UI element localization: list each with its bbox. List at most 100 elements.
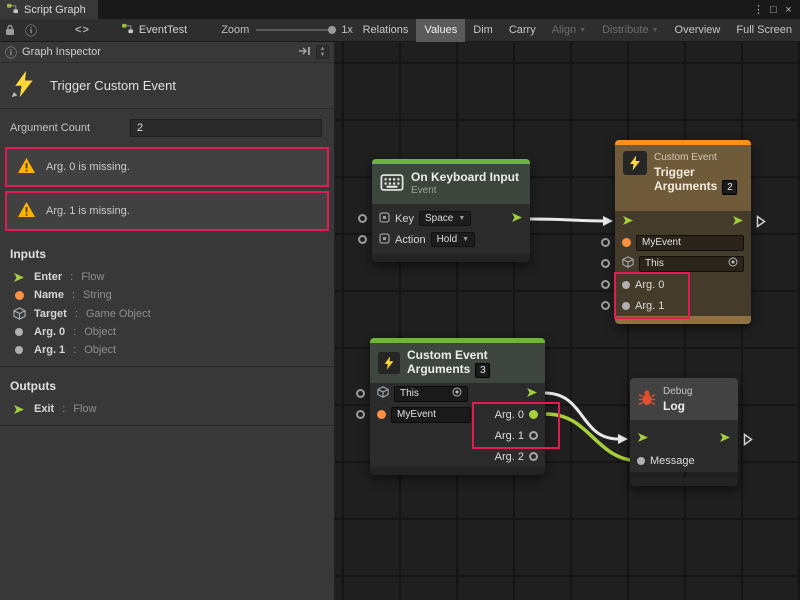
tab-script-graph[interactable]: Script Graph bbox=[0, 0, 98, 19]
node-on-keyboard-input[interactable]: On Keyboard Input Event Key Space ▼ bbox=[372, 159, 530, 262]
name-input-port[interactable] bbox=[601, 238, 610, 247]
unit-title-block: Trigger Custom Event bbox=[0, 63, 334, 109]
argument-count-badge[interactable]: 2 bbox=[722, 180, 737, 195]
name-input-port[interactable] bbox=[356, 410, 365, 419]
target-field[interactable]: This bbox=[394, 386, 468, 402]
flow-out-port[interactable] bbox=[511, 212, 523, 226]
warning-arg1: Arg. 1 is missing. bbox=[5, 191, 329, 231]
node-header: Custom Event Trigger Arguments2 bbox=[615, 145, 751, 211]
flow-in-port[interactable] bbox=[637, 432, 649, 446]
object-port-icon bbox=[12, 346, 26, 354]
distribute-button[interactable]: Distribute▼ bbox=[594, 19, 666, 42]
node-category: Custom Event bbox=[654, 151, 737, 165]
chevron-down-icon: ▼ bbox=[458, 215, 465, 222]
flow-continuation-marker bbox=[743, 433, 753, 449]
full-screen-button[interactable]: Full Screen bbox=[728, 19, 800, 42]
pane-scroll-arrows[interactable]: ▲ ▼ bbox=[316, 45, 329, 59]
gameobject-cube-icon[interactable] bbox=[622, 256, 634, 271]
argument-count-input[interactable] bbox=[130, 119, 322, 137]
node-subtitle: Event bbox=[411, 184, 519, 198]
gameobject-cube-icon[interactable] bbox=[377, 386, 389, 401]
flow-in-port[interactable] bbox=[622, 215, 634, 229]
inspector-header: ⓘ Graph Inspector ▲ ▼ bbox=[0, 42, 334, 63]
target-input-port[interactable] bbox=[356, 389, 365, 398]
node-category: Debug bbox=[663, 385, 692, 399]
lock-icon[interactable] bbox=[0, 24, 20, 36]
node-debug-log[interactable]: Debug Log Message bbox=[630, 378, 738, 486]
node-header: Debug Log bbox=[630, 378, 738, 420]
gameobject-cube-icon bbox=[12, 307, 26, 320]
message-input-port[interactable] bbox=[637, 457, 645, 465]
flow-port-icon bbox=[12, 272, 26, 283]
action-dropdown[interactable]: Hold ▼ bbox=[431, 232, 476, 247]
key-label: Key bbox=[395, 213, 414, 225]
message-row: Message bbox=[630, 450, 738, 472]
flow-out-port[interactable] bbox=[719, 432, 731, 446]
unit-title: Trigger Custom Event bbox=[50, 78, 176, 93]
window-tab-bar: Script Graph ⋮ □ × bbox=[0, 0, 800, 19]
node-body: Message bbox=[630, 420, 738, 472]
graph-bolt-icon bbox=[10, 70, 38, 101]
graph-asset-icon bbox=[121, 23, 134, 37]
event-name-field[interactable]: MyEvent bbox=[391, 407, 471, 423]
arg0-input-port[interactable] bbox=[601, 280, 610, 289]
event-name-field[interactable]: MyEvent bbox=[636, 235, 744, 251]
zoom-slider-thumb[interactable] bbox=[328, 26, 336, 34]
arg1-input-port[interactable] bbox=[601, 301, 610, 310]
carry-button[interactable]: Carry bbox=[501, 19, 544, 42]
object-picker-icon[interactable] bbox=[452, 387, 462, 400]
outputs-header: Outputs bbox=[0, 367, 334, 400]
string-port-icon bbox=[12, 291, 26, 300]
align-button[interactable]: Align▼ bbox=[544, 19, 594, 42]
key-input-port[interactable] bbox=[358, 214, 367, 223]
warning-text: Arg. 1 is missing. bbox=[46, 205, 130, 217]
target-field[interactable]: This bbox=[639, 256, 744, 272]
flow-out-port[interactable] bbox=[732, 215, 744, 229]
node-header: Custom Event Arguments3 bbox=[370, 343, 545, 383]
warning-icon bbox=[17, 201, 36, 221]
zoom-slider[interactable] bbox=[256, 29, 334, 31]
node-body: Key Space ▼ Action Hol bbox=[372, 204, 530, 254]
keycode-type-icon bbox=[379, 233, 390, 247]
bolt-icon bbox=[623, 151, 647, 175]
dock-icon[interactable] bbox=[298, 46, 311, 59]
arg2-output-port[interactable] bbox=[529, 452, 538, 461]
flow-port-icon bbox=[12, 404, 26, 415]
pin-arg0: Arg. 0 : Object bbox=[0, 323, 334, 341]
flow-out-port[interactable] bbox=[526, 387, 538, 401]
overview-button[interactable]: Overview bbox=[667, 19, 729, 42]
code-icon[interactable]: <> bbox=[70, 24, 95, 36]
object-picker-icon[interactable] bbox=[728, 257, 738, 270]
relations-button[interactable]: Relations bbox=[355, 19, 417, 42]
maximize-icon[interactable]: □ bbox=[766, 4, 781, 16]
target-input-port[interactable] bbox=[601, 259, 610, 268]
scroll-down-icon[interactable]: ▼ bbox=[317, 52, 328, 58]
annotation-missing-args-trigger bbox=[614, 272, 690, 319]
pin-arg1: Arg. 1 : Object bbox=[0, 341, 334, 359]
node-title-line2: Arguments2 bbox=[654, 179, 737, 195]
graph-inspector-panel: ⓘ Graph Inspector ▲ ▼ Trigger Custom Eve… bbox=[0, 42, 335, 600]
key-dropdown[interactable]: Space ▼ bbox=[419, 211, 471, 226]
values-button[interactable]: Values bbox=[416, 19, 465, 42]
argument-count-badge[interactable]: 3 bbox=[475, 363, 490, 378]
action-input-port[interactable] bbox=[358, 235, 367, 244]
info-icon[interactable]: ⓘ bbox=[20, 22, 42, 39]
dim-button[interactable]: Dim bbox=[465, 19, 501, 42]
close-icon[interactable]: × bbox=[781, 4, 796, 16]
menu-kebab-icon[interactable]: ⋮ bbox=[751, 3, 766, 16]
asset-breadcrumb[interactable]: EventTest bbox=[121, 23, 187, 37]
graph-canvas[interactable]: On Keyboard Input Event Key Space ▼ bbox=[335, 42, 800, 600]
node-title: Log bbox=[663, 399, 692, 413]
flow-row bbox=[615, 211, 751, 232]
key-row: Key Space ▼ bbox=[372, 208, 530, 229]
zoom-control: Zoom 1x bbox=[221, 24, 353, 36]
string-port[interactable] bbox=[622, 238, 631, 247]
flow-continuation-marker bbox=[756, 215, 766, 231]
zoom-value: 1x bbox=[341, 24, 353, 36]
node-title: On Keyboard Input bbox=[411, 170, 519, 184]
argument-count-row: Argument Count bbox=[0, 109, 334, 143]
warning-arg0: Arg. 0 is missing. bbox=[5, 147, 329, 187]
node-title-line1: Trigger bbox=[654, 165, 737, 179]
warning-text: Arg. 0 is missing. bbox=[46, 161, 130, 173]
string-port[interactable] bbox=[377, 410, 386, 419]
